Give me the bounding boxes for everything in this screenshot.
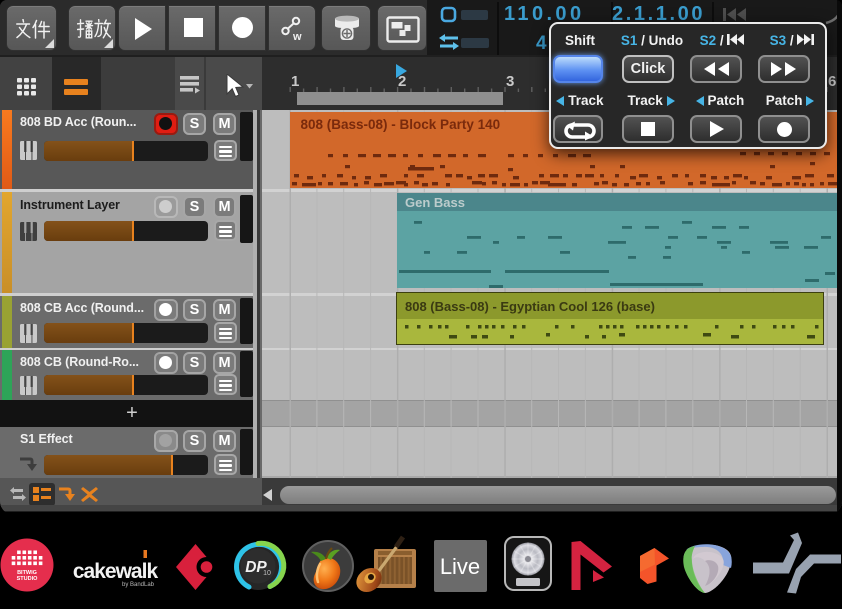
svg-text:cakewalk: cakewalk [73, 560, 159, 583]
svg-text:STUDIO: STUDIO [17, 576, 39, 582]
svg-text:10: 10 [263, 570, 271, 577]
svg-text:by BandLab: by BandLab [122, 582, 155, 588]
svg-text:w: w [292, 31, 302, 42]
svg-text:Live: Live [440, 554, 480, 579]
